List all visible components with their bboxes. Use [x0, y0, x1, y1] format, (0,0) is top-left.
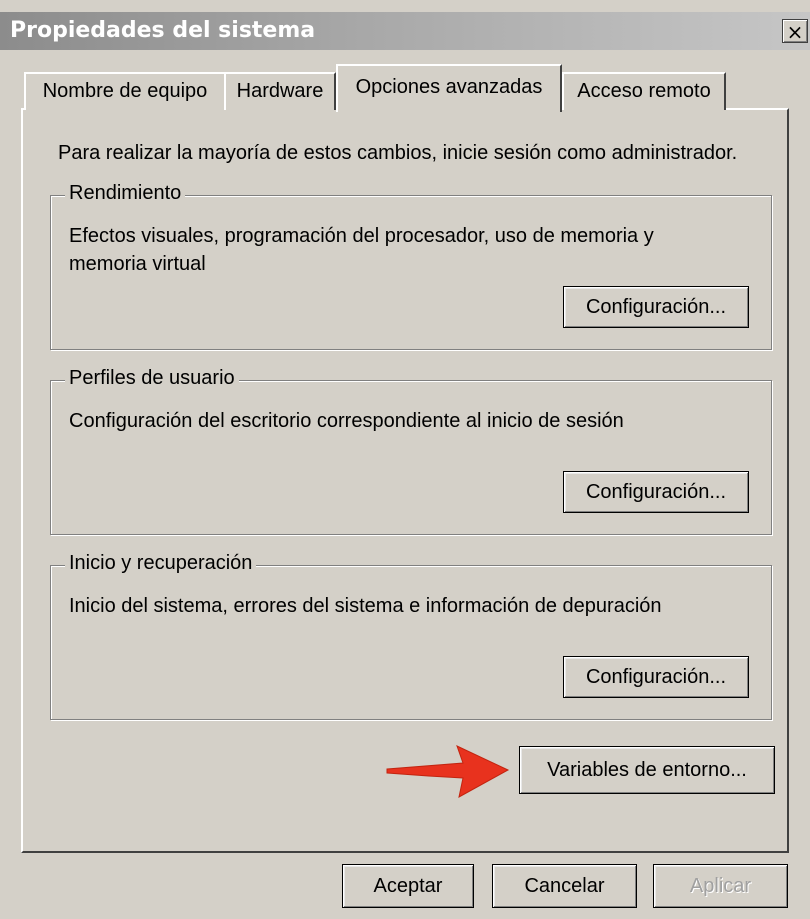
- group-startup-recovery-title: Inicio y recuperación: [65, 552, 257, 575]
- title-bar[interactable]: Propiedades del sistema ×: [0, 12, 810, 50]
- system-properties-window: Propiedades del sistema × Nombre de equi…: [0, 0, 810, 919]
- ok-button[interactable]: Aceptar: [342, 864, 474, 908]
- startup-recovery-settings-button[interactable]: Configuración...: [563, 656, 749, 698]
- tab-remote[interactable]: Acceso remoto: [562, 72, 726, 110]
- environment-variables-button[interactable]: Variables de entorno...: [519, 746, 775, 794]
- group-performance-title: Rendimiento: [65, 182, 186, 205]
- close-button[interactable]: ×: [782, 19, 808, 44]
- group-startup-recovery-description: Inicio del sistema, errores del sistema …: [69, 595, 662, 617]
- group-user-profiles-title: Perfiles de usuario: [65, 367, 239, 390]
- performance-settings-button[interactable]: Configuración...: [563, 286, 749, 328]
- group-user-profiles-description: Configuración del escritorio correspondi…: [69, 410, 624, 432]
- apply-button[interactable]: Aplicar: [653, 864, 788, 908]
- window-title: Propiedades del sistema: [10, 18, 316, 43]
- tab-strip: Nombre de equipo Hardware Opciones avanz…: [24, 64, 784, 112]
- user-profiles-settings-button[interactable]: Configuración...: [563, 471, 749, 513]
- admin-note: Para realizar la mayoría de estos cambio…: [58, 142, 738, 164]
- cancel-button[interactable]: Cancelar: [492, 864, 637, 908]
- tab-hardware[interactable]: Hardware: [224, 72, 336, 110]
- red-arrow-icon: [386, 745, 510, 798]
- group-user-profiles: Perfiles de usuario Configuración del es…: [50, 367, 772, 535]
- group-performance: Rendimiento Efectos visuales, programaci…: [50, 182, 772, 350]
- group-performance-description: Efectos visuales, programación del proce…: [69, 225, 654, 275]
- group-startup-recovery: Inicio y recuperación Inicio del sistema…: [50, 552, 772, 720]
- tab-computer-name[interactable]: Nombre de equipo: [24, 72, 226, 110]
- tab-advanced[interactable]: Opciones avanzadas: [336, 64, 562, 112]
